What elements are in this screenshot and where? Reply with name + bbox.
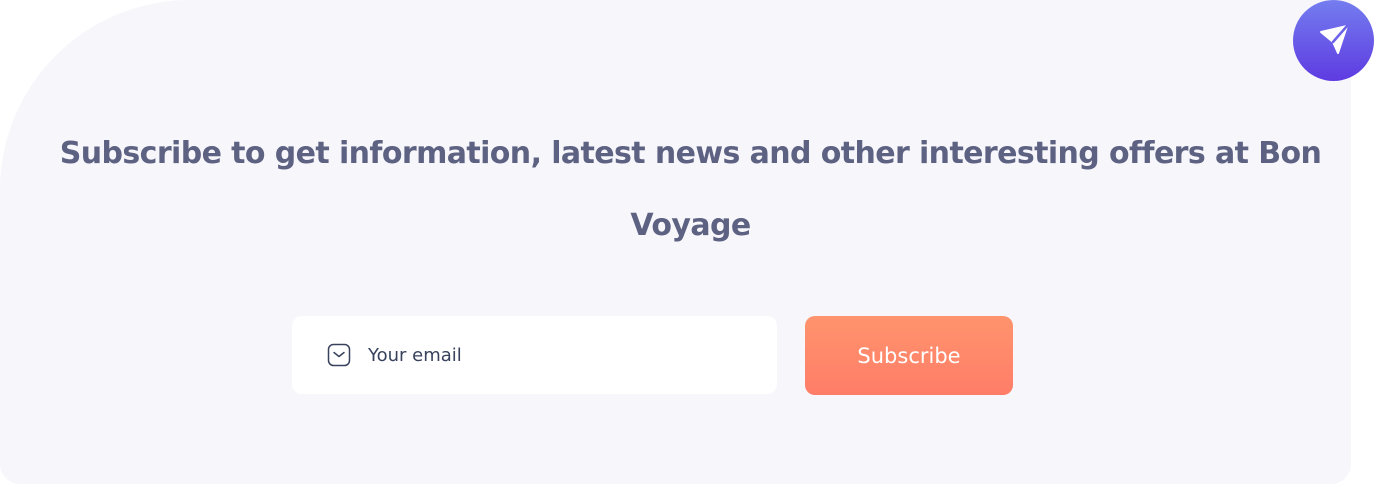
page: Subscribe to get information, latest new… bbox=[0, 0, 1375, 485]
subscribe-headline: Subscribe to get information, latest new… bbox=[59, 136, 1322, 243]
mail-icon bbox=[327, 343, 351, 367]
email-field-container[interactable] bbox=[292, 316, 777, 394]
send-icon bbox=[1314, 19, 1354, 63]
email-input[interactable] bbox=[368, 344, 748, 366]
send-badge[interactable] bbox=[1293, 0, 1374, 81]
subscribe-button[interactable]: Subscribe bbox=[805, 316, 1013, 395]
